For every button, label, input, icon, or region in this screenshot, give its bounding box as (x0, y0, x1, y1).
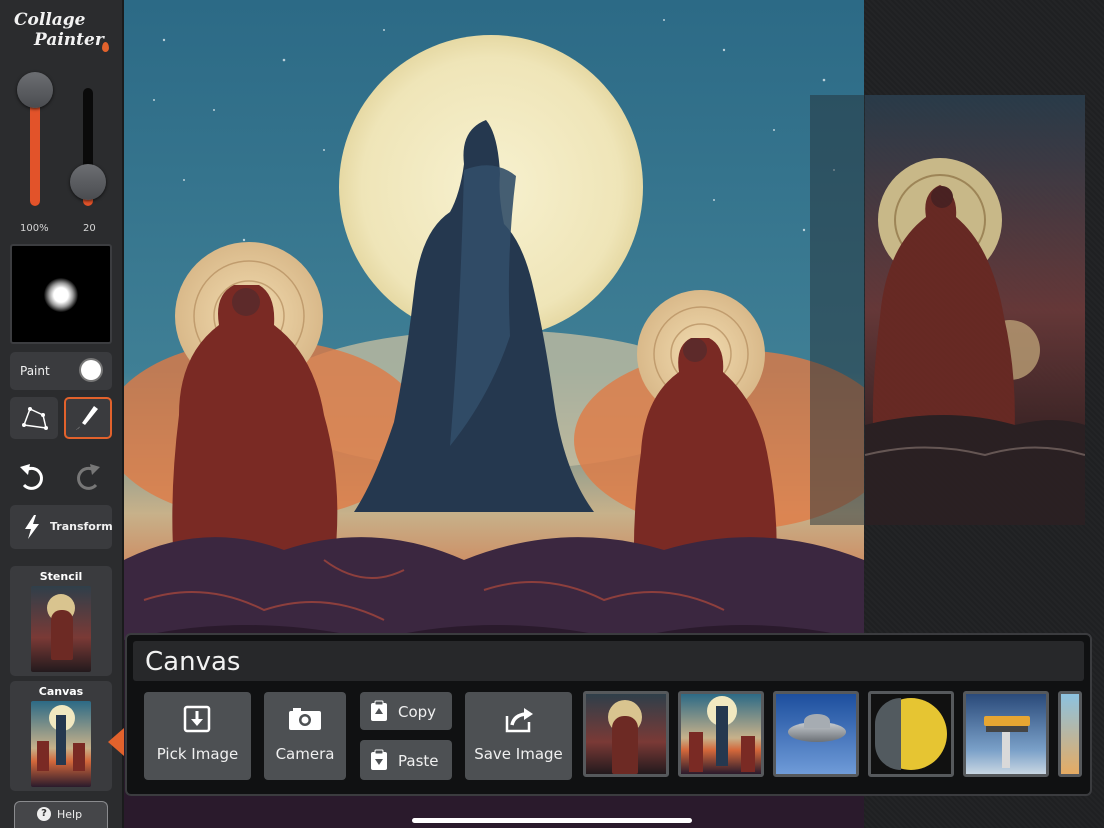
paint-drop-icon (102, 42, 109, 52)
recent-image-5[interactable] (963, 691, 1049, 777)
logo-line1: Collage (14, 10, 86, 30)
recent-image-3[interactable] (773, 691, 859, 777)
camera-icon (289, 708, 321, 730)
opacity-slider-knob[interactable] (17, 72, 53, 108)
redo-button[interactable] (64, 458, 112, 496)
clipboard-copy-icon (371, 700, 387, 721)
canvas-panel-header: Canvas (133, 641, 1084, 681)
brush-icon (75, 406, 98, 430)
help-button[interactable]: ? Help (14, 801, 108, 828)
canvas-panel: Canvas Pick Image Camera Copy Paste Save… (125, 633, 1092, 796)
stencil-overlay[interactable] (810, 95, 1085, 525)
transform-button[interactable]: Transform (10, 505, 113, 549)
save-image-label: Save Image (474, 745, 563, 763)
lightning-icon (25, 515, 39, 539)
polygon-lasso-icon (22, 407, 48, 430)
canvas-panel-title: Canvas (145, 647, 241, 677)
save-image-button[interactable]: Save Image (465, 692, 572, 780)
help-icon: ? (37, 807, 51, 821)
opacity-value: 100% (20, 223, 49, 234)
download-icon (183, 705, 211, 733)
clipboard-paste-icon (371, 749, 387, 770)
paste-label: Paste (398, 752, 439, 770)
canvas-thumbnail-image (31, 701, 91, 787)
app-logo: Collage Painter (8, 8, 116, 56)
size-value: 20 (83, 223, 96, 234)
share-icon (505, 708, 533, 733)
undo-button[interactable] (10, 458, 58, 496)
recent-image-1[interactable] (583, 691, 669, 777)
size-slider-knob[interactable] (70, 164, 106, 200)
logo-line2: Painter (34, 30, 104, 50)
paste-button[interactable]: Paste (360, 740, 452, 780)
brush-tip-icon (44, 278, 78, 312)
recent-image-2[interactable] (678, 691, 764, 777)
pick-image-label: Pick Image (156, 745, 239, 763)
transform-label: Transform (50, 520, 113, 533)
canvas-label: Canvas (38, 685, 84, 698)
brush-tool-button[interactable] (64, 397, 112, 439)
redo-icon (77, 464, 100, 490)
lasso-tool-button[interactable] (10, 397, 58, 439)
size-slider[interactable] (70, 88, 106, 206)
stencil-thumbnail[interactable]: Stencil (10, 566, 112, 676)
canvas-thumbnail[interactable]: Canvas (10, 681, 112, 791)
help-label: Help (57, 808, 83, 821)
recent-image-4[interactable] (868, 691, 954, 777)
opacity-slider[interactable] (17, 72, 53, 206)
selected-pointer-icon (108, 728, 124, 756)
app: Collage Painter 100% 20 Paint Transform … (0, 0, 1104, 828)
home-indicator[interactable] (412, 818, 692, 823)
paint-mode-label: Paint (20, 364, 50, 378)
opacity-slider-fill (30, 98, 40, 206)
brush-preview[interactable] (10, 244, 112, 344)
pick-image-button[interactable]: Pick Image (144, 692, 251, 780)
copy-label: Copy (398, 703, 437, 721)
sidebar: Collage Painter 100% 20 Paint Transform … (0, 0, 124, 828)
paint-mode-button[interactable]: Paint (10, 352, 112, 390)
stencil-overlay-image (810, 95, 1085, 525)
color-swatch[interactable] (81, 360, 101, 380)
copy-button[interactable]: Copy (360, 692, 452, 730)
undo-icon (20, 464, 43, 490)
camera-button[interactable]: Camera (264, 692, 346, 780)
recent-image-6[interactable] (1058, 691, 1082, 777)
stencil-label: Stencil (39, 570, 83, 583)
stencil-thumbnail-image (31, 586, 91, 672)
camera-label: Camera (275, 745, 335, 763)
